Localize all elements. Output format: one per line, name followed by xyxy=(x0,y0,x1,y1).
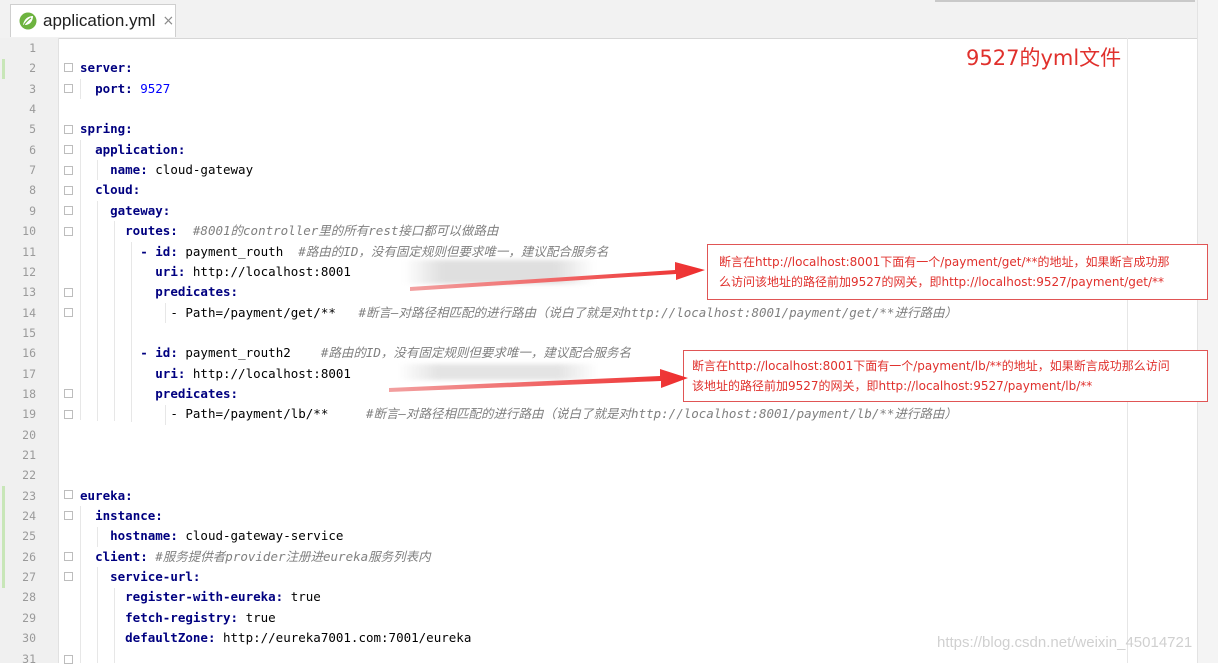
arrow-get xyxy=(410,262,705,291)
watermark: https://blog.csdn.net/weixin_45014721 xyxy=(937,634,1193,651)
annotation-arrows xyxy=(389,262,705,392)
arrow-lb xyxy=(389,369,688,392)
